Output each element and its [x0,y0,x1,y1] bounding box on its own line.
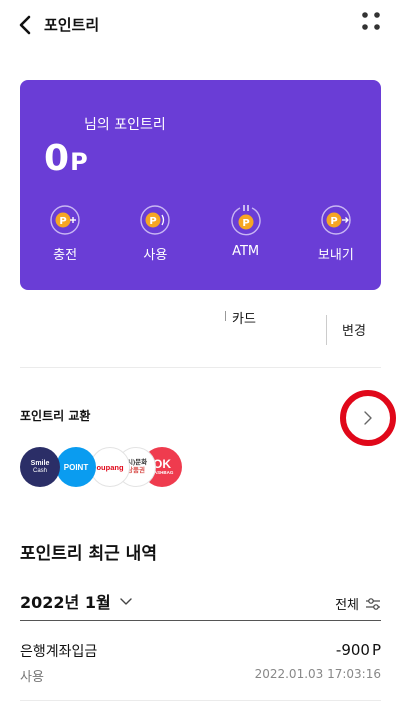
point-charge-icon: P [50,205,80,235]
filter-label: 전체 [335,598,359,613]
filter-sliders-icon [366,597,380,610]
chevron-down-icon [119,598,132,605]
transaction-divider [20,700,381,701]
point-card: 님의 포인트리 0P P 충전 P 사용 P ATM P 보내기 [20,80,381,290]
chevron-left-icon[interactable] [16,14,34,36]
charge-button[interactable]: P 충전 [20,202,110,263]
exchange-partner-list: Smile Cash POINT oupang (시)문화 상품권 OK CAS… [20,447,200,487]
month-selector[interactable]: 2022년 1월 [20,589,133,613]
point-send-icon: P [321,205,351,235]
charge-label: 충전 [53,248,78,263]
exchange-more-button[interactable] [340,390,396,446]
atm-button[interactable]: P ATM [201,202,291,263]
atm-label: ATM [232,244,260,259]
point-use-icon: P [140,205,171,235]
transaction-amount: -900 P [335,641,381,659]
balance-unit: P [70,148,89,176]
smile-cash-logo[interactable]: Smile Cash [20,447,60,487]
send-label: 보내기 [317,248,354,263]
month-label: 2022년 1월 [20,593,111,612]
four-dots-menu-icon[interactable] [360,10,382,32]
linked-card-row: 카드 변경 [20,305,381,347]
history-divider [20,620,381,621]
card-owner-label: 님의 포인트리 [84,117,166,133]
use-button[interactable]: P 사용 [110,202,200,263]
point-atm-icon: P [230,205,261,236]
svg-text:P: P [242,218,249,229]
card-actions: P 충전 P 사용 P ATM P 보내기 [20,202,381,263]
chevron-right-icon [364,411,372,425]
balance-value: 0 [44,138,71,179]
send-button[interactable]: P 보내기 [291,202,381,263]
point-logo[interactable]: POINT [56,447,96,487]
history-title: 포인트리 최근 내역 [20,544,157,564]
use-label: 사용 [143,248,168,263]
filter-button[interactable]: 전체 [335,594,381,613]
change-separator [326,315,327,345]
linked-card-label: 카드 [232,312,256,327]
card-row-separator [225,311,226,321]
coupang-logo[interactable]: oupang [90,447,130,487]
transaction-datetime: 2022.01.03 17:03:16 [254,667,381,681]
transaction-type: 사용 [20,670,44,685]
transaction-title: 은행계좌입금 [20,644,98,660]
svg-text:P: P [59,216,66,227]
app-header: 포인트리 [0,0,400,52]
section-divider [20,367,381,368]
change-card-button[interactable]: 변경 [342,320,366,339]
exchange-title: 포인트리 교환 [20,409,91,423]
point-balance: 0P [44,138,89,179]
svg-text:P: P [150,216,157,227]
svg-text:P: P [330,216,337,227]
page-title: 포인트리 [44,16,100,34]
